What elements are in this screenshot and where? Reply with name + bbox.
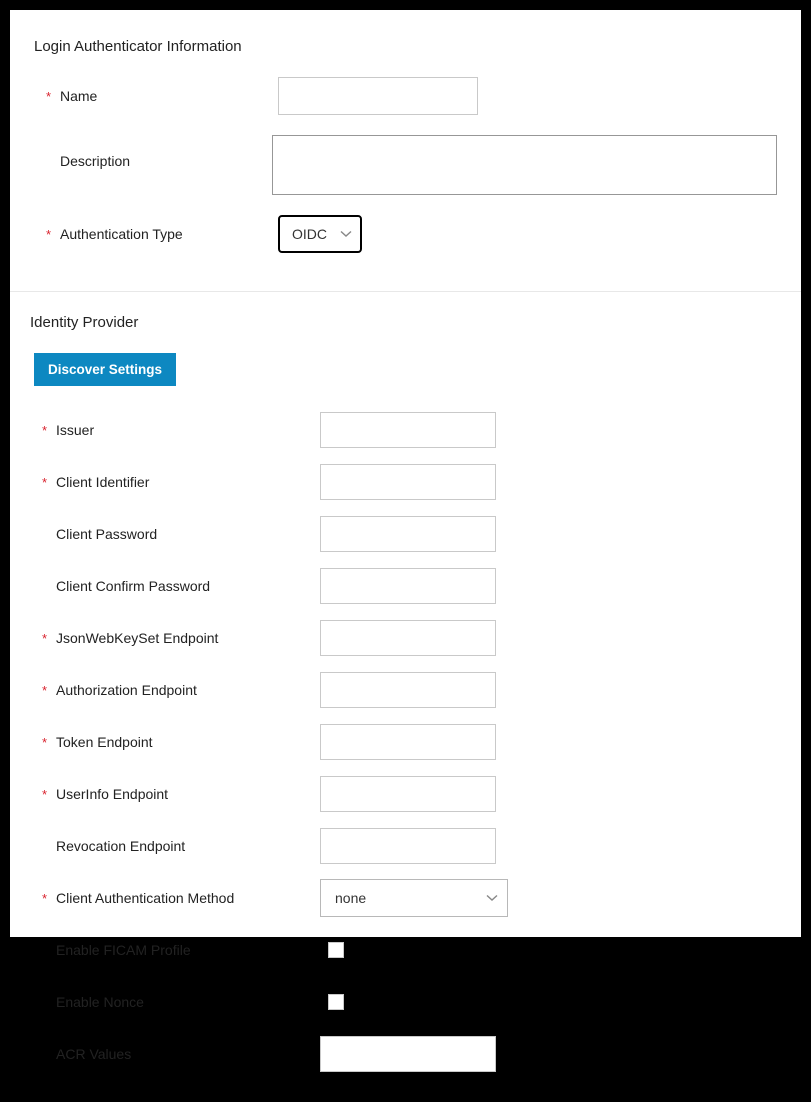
label-authorization-endpoint: Authorization Endpoint — [56, 682, 197, 698]
enable-ficam-checkbox[interactable] — [328, 942, 344, 958]
required-asterisk: * — [42, 475, 56, 490]
name-input[interactable] — [278, 77, 478, 115]
label-acr-values: ACR Values — [56, 1046, 131, 1062]
label-auth-type: Authentication Type — [60, 226, 183, 242]
required-asterisk: * — [42, 423, 56, 438]
discover-settings-button[interactable]: Discover Settings — [34, 353, 176, 386]
label-revocation-endpoint: Revocation Endpoint — [56, 838, 185, 854]
required-asterisk: * — [46, 89, 60, 104]
required-asterisk: * — [42, 787, 56, 802]
label-userinfo-endpoint: UserInfo Endpoint — [56, 786, 168, 802]
client-password-input[interactable] — [320, 516, 496, 552]
label-enable-nonce: Enable Nonce — [56, 994, 144, 1010]
section-title-login-auth: Login Authenticator Information — [34, 38, 777, 55]
userinfo-endpoint-input[interactable] — [320, 776, 496, 812]
auth-type-select[interactable]: OIDC — [278, 215, 362, 253]
revocation-endpoint-input[interactable] — [320, 828, 496, 864]
enable-nonce-checkbox[interactable] — [328, 994, 344, 1010]
client-identifier-input[interactable] — [320, 464, 496, 500]
label-client-password: Client Password — [56, 526, 157, 542]
acr-values-input[interactable] — [320, 1036, 496, 1072]
jwks-endpoint-input[interactable] — [320, 620, 496, 656]
client-confirm-password-input[interactable] — [320, 568, 496, 604]
label-client-confirm-password: Client Confirm Password — [56, 578, 210, 594]
label-enable-ficam: Enable FICAM Profile — [56, 942, 191, 958]
label-jwks-endpoint: JsonWebKeySet Endpoint — [56, 630, 218, 646]
required-asterisk: * — [42, 735, 56, 750]
label-issuer: Issuer — [56, 422, 94, 438]
section-title-identity-provider: Identity Provider — [30, 314, 777, 331]
token-endpoint-input[interactable] — [320, 724, 496, 760]
required-asterisk: * — [42, 683, 56, 698]
label-client-identifier: Client Identifier — [56, 474, 149, 490]
required-asterisk: * — [46, 227, 60, 242]
label-name: Name — [60, 88, 97, 104]
authorization-endpoint-input[interactable] — [320, 672, 496, 708]
client-auth-method-select[interactable]: none — [320, 879, 508, 917]
label-description: Description — [60, 153, 130, 169]
label-client-auth-method: Client Authentication Method — [56, 890, 234, 906]
required-asterisk: * — [42, 891, 56, 906]
required-asterisk: * — [42, 631, 56, 646]
issuer-input[interactable] — [320, 412, 496, 448]
description-textarea[interactable] — [272, 135, 777, 195]
label-token-endpoint: Token Endpoint — [56, 734, 153, 750]
